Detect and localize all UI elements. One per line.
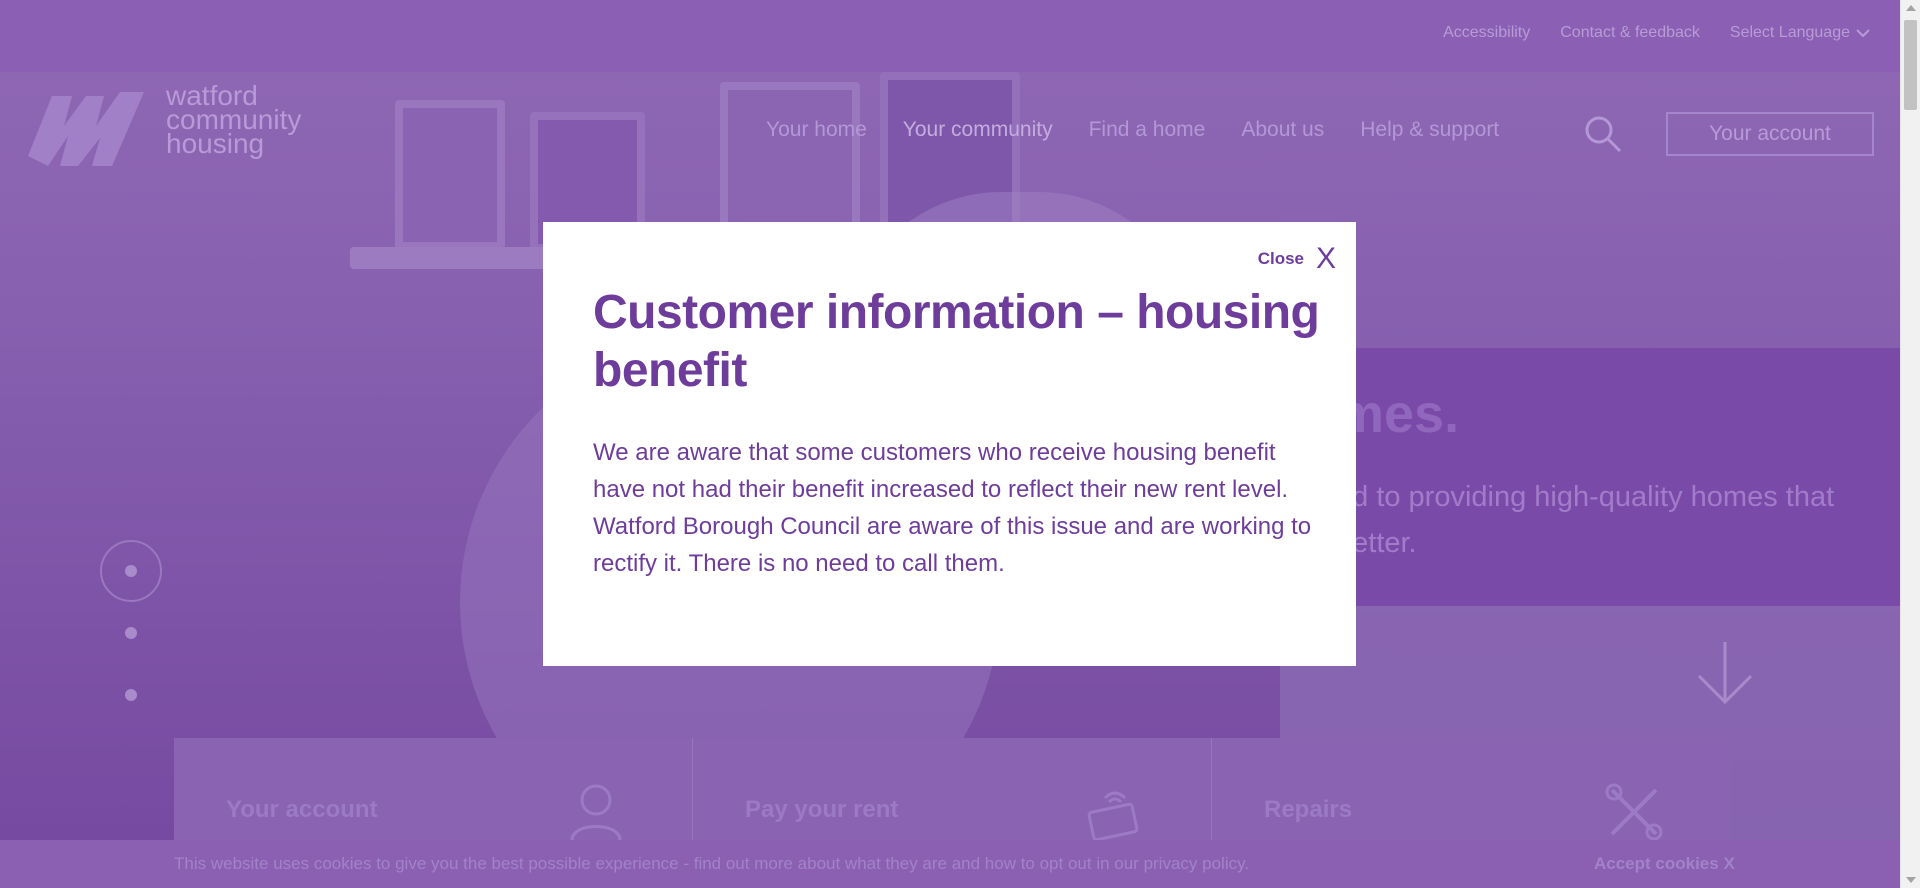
quick-link-label: Your account [226, 796, 378, 823]
language-select-label: Select Language [1729, 24, 1850, 41]
search-icon[interactable] [1583, 114, 1623, 154]
utility-links: Accessibility Contact & feedback Select … [1443, 24, 1870, 42]
accessibility-link[interactable]: Accessibility [1443, 24, 1530, 42]
nav-find-a-home[interactable]: Find a home [1089, 118, 1206, 142]
quick-link-label: Pay your rent [745, 796, 899, 823]
nav-about-us[interactable]: About us [1241, 118, 1324, 142]
cookie-message[interactable]: This website uses cookies to give you th… [174, 854, 1249, 874]
hero-text-line: better. [1336, 527, 1417, 559]
close-icon: X [1315, 242, 1336, 275]
modal-body: We are aware that some customers who rec… [593, 439, 1312, 577]
utility-bar: Accessibility Contact & feedback Select … [0, 0, 1900, 72]
page-scrollbar[interactable] [1900, 0, 1920, 888]
modal-title: Customer information – housing benefit [593, 286, 1320, 397]
scroll-down-icon[interactable] [1906, 877, 1916, 883]
main-nav: Your home Your community Find a home Abo… [766, 118, 1499, 142]
your-account-button[interactable]: Your account [1666, 112, 1874, 156]
person-icon [570, 784, 622, 841]
carousel-dot[interactable] [125, 689, 137, 701]
customer-info-modal: Close X Customer information – housing b… [543, 222, 1356, 666]
accept-cookies-button[interactable]: Accept cookies X [1594, 854, 1735, 874]
hero-text: ed to providing high-quality homes that … [1336, 474, 1876, 566]
nav-help-support[interactable]: Help & support [1360, 118, 1499, 142]
chevron-down-icon [1856, 29, 1870, 38]
contactless-card-icon [1087, 791, 1139, 842]
scrollbar-thumb[interactable] [1904, 20, 1917, 110]
logo-line: housing [166, 128, 265, 159]
scroll-up-icon[interactable] [1906, 5, 1916, 11]
tools-icon [1605, 783, 1663, 841]
modal-close-button[interactable]: Close X [1258, 244, 1336, 274]
nav-your-home[interactable]: Your home [766, 118, 867, 142]
quick-link-label: Repairs [1264, 796, 1353, 823]
cookie-bar: This website uses cookies to give you th… [0, 840, 1900, 888]
carousel-dot[interactable] [125, 565, 137, 577]
contact-feedback-link[interactable]: Contact & feedback [1560, 24, 1700, 42]
arrow-down-icon[interactable] [1695, 640, 1755, 706]
close-label: Close [1257, 249, 1304, 268]
language-select[interactable]: Select Language [1730, 24, 1870, 42]
hero-text-line: ed to providing high-quality homes that [1336, 481, 1835, 513]
photo-frame-decoration [395, 100, 505, 250]
nav-your-community[interactable]: Your community [903, 118, 1053, 142]
carousel-dot[interactable] [125, 627, 137, 639]
logo-wordmark[interactable]: watford community housing [166, 82, 301, 159]
